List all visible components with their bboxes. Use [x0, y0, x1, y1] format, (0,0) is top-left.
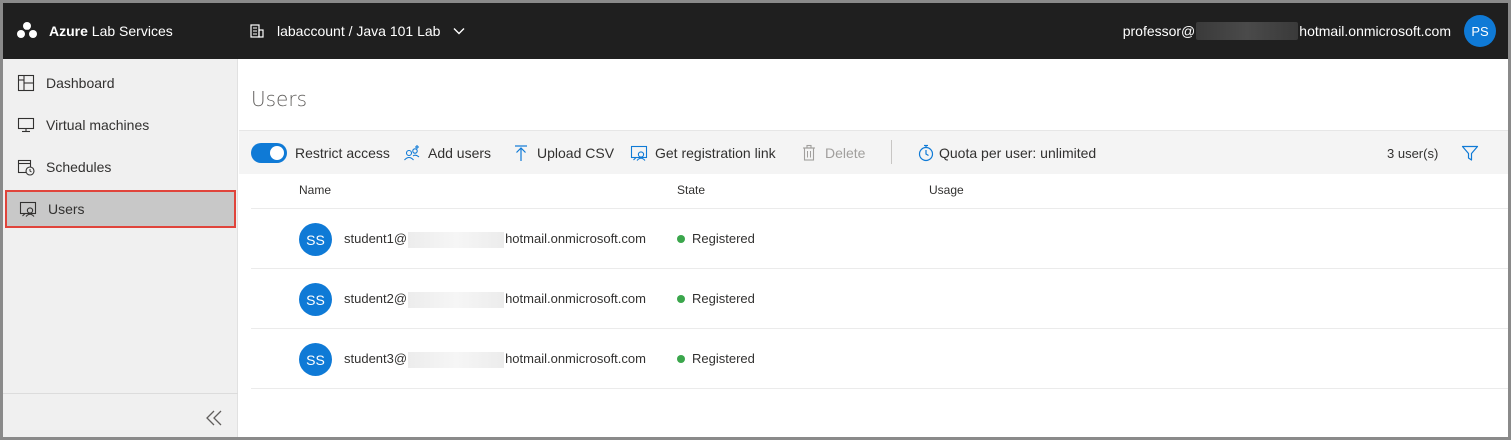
redacted-email-block: [1196, 22, 1299, 40]
app-window: Azure Lab Services labaccount / Java 101…: [0, 0, 1511, 440]
delete-label: Delete: [825, 145, 866, 161]
redacted-email-block: [408, 291, 505, 308]
user-avatar: SS: [299, 223, 332, 256]
sidebar-footer: [3, 393, 238, 437]
lab-selector[interactable]: labaccount / Java 101 Lab: [249, 3, 466, 59]
dashboard-icon: [17, 74, 35, 92]
user-state: Registered: [677, 291, 755, 306]
toolbar-divider: [891, 140, 892, 164]
user-count: 3 user(s): [1387, 145, 1439, 161]
add-users-label: Add users: [428, 145, 492, 161]
add-users-button[interactable]: Add users: [403, 131, 491, 175]
column-header-usage[interactable]: Usage: [929, 183, 964, 197]
user-state: Registered: [677, 231, 755, 246]
user-avatar: SS: [299, 343, 332, 376]
sidebar-item-dashboard[interactable]: Dashboard: [3, 62, 238, 104]
sidebar-item-label: Dashboard: [46, 75, 115, 91]
calendar-clock-icon: [17, 159, 35, 176]
user-email: student2@ hotmail.onmicrosoft.com: [344, 291, 646, 308]
get-registration-link-button[interactable]: Get registration link: [630, 131, 776, 175]
sidebar-item-label: Virtual machines: [46, 117, 150, 133]
redacted-email-block: [408, 351, 505, 368]
status-dot-icon: [677, 234, 685, 243]
table-row[interactable]: SS student2@ hotmail.onmicrosoft.com Regi…: [251, 269, 1508, 329]
double-chevron-left-icon[interactable]: [204, 408, 224, 428]
quota-label: Quota per user: unlimited: [939, 145, 1097, 161]
user-email: student1@ hotmail.onmicrosoft.com: [344, 231, 646, 248]
user-avatar: SS: [299, 283, 332, 316]
filter-icon[interactable]: [1461, 144, 1479, 162]
chevron-down-icon: [453, 28, 465, 35]
brand-title: Azure Lab Services: [49, 23, 173, 39]
trash-icon: [803, 144, 815, 161]
page-title: Users: [251, 87, 308, 111]
command-bar: Restrict access Add users Upload CSV Get…: [239, 130, 1508, 174]
sidebar: Dashboard Virtual machines Schedules Use…: [3, 59, 238, 437]
redacted-email-block: [408, 231, 505, 248]
restrict-access-label: Restrict access: [295, 145, 390, 161]
top-bar: Azure Lab Services labaccount / Java 101…: [3, 3, 1508, 59]
main-content: Users Restrict access Add users Upload C…: [239, 59, 1508, 437]
toggle-switch[interactable]: [251, 143, 287, 163]
account-email-prefix: professor@: [1122, 23, 1196, 39]
avatar[interactable]: PS: [1464, 15, 1496, 47]
table-row[interactable]: SS student3@ hotmail.onmicrosoft.com Regi…: [251, 329, 1508, 389]
upload-icon: [515, 145, 527, 161]
stopwatch-icon: [918, 144, 934, 162]
user-email: student3@ hotmail.onmicrosoft.com: [344, 351, 646, 368]
table-row[interactable]: SS student1@ hotmail.onmicrosoft.com Regi…: [251, 209, 1508, 269]
column-header-name[interactable]: Name: [299, 183, 331, 197]
upload-csv-button[interactable]: Upload CSV: [512, 131, 614, 175]
registration-link-icon: [630, 145, 648, 161]
sidebar-item-virtual-machines[interactable]: Virtual machines: [3, 104, 238, 146]
delete-button[interactable]: Delete: [800, 131, 865, 175]
status-dot-icon: [677, 354, 685, 363]
add-users-icon: [404, 145, 420, 161]
lab-path: labaccount / Java 101 Lab: [277, 23, 441, 39]
sidebar-item-label: Users: [48, 201, 85, 217]
quota-per-user-button[interactable]: Quota per user: unlimited: [917, 131, 1096, 175]
get-registration-link-label: Get registration link: [655, 145, 776, 161]
status-dot-icon: [677, 294, 685, 303]
account-email-suffix: hotmail.onmicrosoft.com: [1299, 23, 1451, 39]
users-icon: [19, 201, 37, 217]
sidebar-item-users[interactable]: Users: [5, 190, 236, 228]
account-menu[interactable]: professor@ hotmail.onmicrosoft.com PS: [1123, 3, 1496, 59]
upload-csv-label: Upload CSV: [537, 145, 615, 161]
user-state: Registered: [677, 351, 755, 366]
azure-lab-services-logo-icon: [17, 22, 37, 38]
brand[interactable]: Azure Lab Services: [15, 3, 173, 59]
column-header-state[interactable]: State: [677, 183, 705, 197]
restrict-access-toggle[interactable]: Restrict access: [251, 131, 390, 175]
sidebar-item-label: Schedules: [46, 159, 112, 175]
monitor-icon: [17, 117, 35, 133]
lab-building-icon: [250, 24, 264, 38]
sidebar-item-schedules[interactable]: Schedules: [3, 146, 238, 188]
